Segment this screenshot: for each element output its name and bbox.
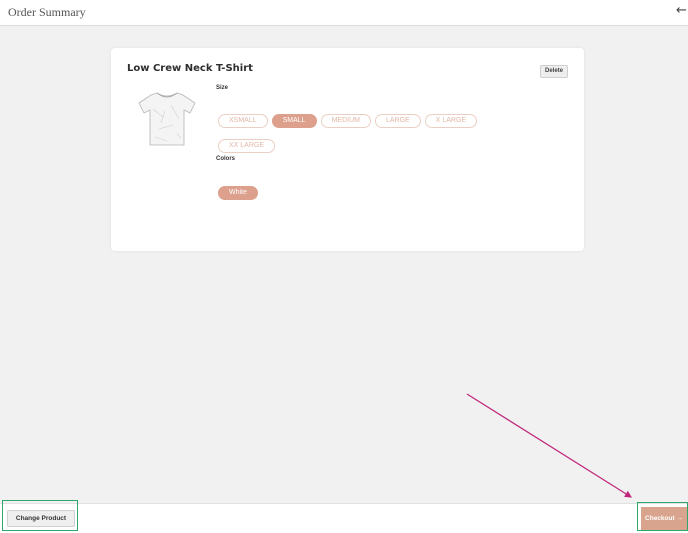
page: Order Summary ← Low Crew Neck T-Shirt De… [0,0,688,533]
color-options: White [218,179,262,204]
colors-label: Colors [216,156,236,162]
size-label: Size [216,85,229,91]
color-option-white[interactable]: White [218,186,258,200]
size-option-large[interactable]: LARGE [374,114,421,128]
delete-button[interactable]: Delete [539,65,568,78]
header-bar: Order Summary ← [0,0,688,26]
size-option-xx-large[interactable]: XX LARGE [218,139,276,153]
size-option-medium[interactable]: MEDIUM [320,114,371,128]
t-shirt-image [138,92,196,146]
back-arrow-icon[interactable]: ← [676,3,688,18]
size-options: XSMALL SMALL MEDIUM LARGE X LARGE XX LARGE [218,107,518,157]
change-product-button[interactable]: Change Product [7,510,75,527]
checkout-highlight: Checkout → [637,502,688,531]
page-title: Order Summary [8,5,86,19]
product-name: Low Crew Neck T-Shirt [127,63,253,74]
footer-bar [0,503,688,533]
product-card: Low Crew Neck T-Shirt Delete Size XSMALL… [111,48,584,251]
change-product-highlight: Change Product [2,500,78,531]
size-option-x-large[interactable]: X LARGE [424,114,478,128]
size-option-xsmall[interactable]: XSMALL [218,114,268,128]
size-option-small[interactable]: SMALL [271,114,317,128]
checkout-button[interactable]: Checkout → [641,507,687,530]
